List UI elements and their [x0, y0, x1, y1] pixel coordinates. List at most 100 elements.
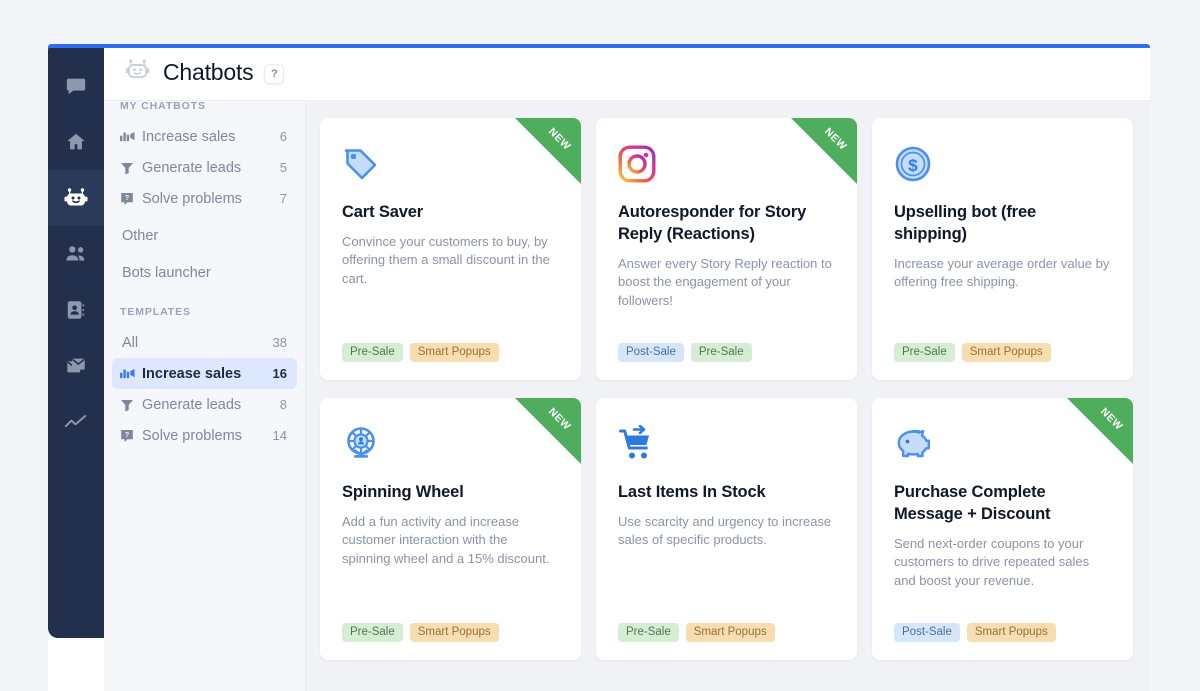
rail-item-inbox[interactable] [48, 338, 104, 394]
sidebar-divider [104, 288, 305, 306]
card-tag[interactable]: Smart Popups [409, 343, 499, 362]
window-top-accent [48, 44, 1150, 48]
sidebar-template-all[interactable]: All 38 [112, 327, 297, 358]
card-tag[interactable]: Smart Popups [409, 623, 499, 642]
sidebar-item-label: Increase sales [142, 128, 236, 145]
chatbot-icon [124, 56, 151, 88]
card-tag[interactable]: Pre-Sale [618, 623, 679, 642]
sidebar-item-count: 16 [272, 366, 287, 381]
increase-sales-icon [120, 367, 142, 381]
card-description: Add a fun activity and increase customer… [342, 513, 550, 566]
contacts-icon [65, 299, 87, 321]
card-tag[interactable]: Pre-Sale [690, 343, 752, 362]
sidebar-item-bots-launcher[interactable]: Bots launcher [112, 257, 297, 288]
card-tag[interactable]: Pre-Sale [894, 343, 955, 362]
new-badge: NEW [515, 118, 581, 184]
card-tag[interactable]: Pre-Sale [342, 623, 403, 642]
main-content: NEW Cart Saver Convince your customers t… [306, 44, 1150, 691]
increase-sales-icon [120, 130, 142, 144]
sidebar-item-solve-problems[interactable]: ? Solve problems 7 [112, 183, 297, 214]
card-title: Purchase Complete Message + Discount [894, 483, 1051, 523]
rail-item-home[interactable] [48, 114, 104, 170]
solve-problems-icon: ? [120, 192, 142, 206]
template-card-grid: NEW Cart Saver Convince your customers t… [306, 101, 1150, 691]
template-card[interactable]: Last Items In Stock Use scarcity and urg… [596, 398, 857, 660]
sidebar: MY CHATBOTS Increase sales 6 Generate le… [104, 44, 306, 691]
topbar: Chatbots ? [104, 44, 1150, 101]
card-description: Send next-order coupons to your customer… [894, 535, 1090, 588]
dollar-coin-icon: $ [894, 142, 1111, 186]
card-description: Use scarcity and urgency to increase sal… [618, 513, 832, 548]
sidebar-template-generate-leads[interactable]: Generate leads 8 [112, 389, 297, 420]
new-badge: NEW [791, 118, 857, 184]
sidebar-template-increase-sales[interactable]: Increase sales 16 [112, 358, 297, 389]
card-tag[interactable]: Smart Popups [966, 623, 1056, 642]
card-tags: Pre-Sale Smart Popups [894, 343, 1111, 362]
sidebar-item-count: 7 [279, 191, 287, 206]
sidebar-item-label: All [122, 334, 139, 351]
rail-item-team[interactable] [48, 226, 104, 282]
team-icon [64, 243, 88, 265]
rail-item-contacts[interactable] [48, 282, 104, 338]
sidebar-item-increase-sales[interactable]: Increase sales 6 [112, 121, 297, 152]
analytics-icon [64, 412, 88, 432]
template-card[interactable]: NEW Cart Saver Convince your customers t… [320, 118, 581, 380]
template-card[interactable]: NEW Spinning Wheel Add a fun activity an… [320, 398, 581, 660]
card-tags: Post-Sale Smart Popups [894, 623, 1111, 642]
template-card[interactable]: NEW Autoresponder for Story Reply (React… [596, 118, 857, 380]
card-title: Cart Saver [342, 203, 424, 221]
card-title: Spinning Wheel [342, 483, 464, 501]
svg-text:$: $ [908, 156, 918, 175]
home-icon [65, 131, 87, 153]
card-tag[interactable]: Post-Sale [894, 623, 960, 642]
card-tag[interactable]: Pre-Sale [342, 343, 403, 362]
sidebar-item-label: Other [122, 227, 159, 244]
icon-rail [48, 44, 104, 638]
sidebar-item-generate-leads[interactable]: Generate leads 5 [112, 152, 297, 183]
sidebar-item-count: 8 [279, 397, 287, 412]
card-tag[interactable]: Smart Popups [685, 623, 775, 642]
cart-arrow-icon [618, 422, 835, 466]
card-title: Upselling bot (free shipping) [894, 203, 1036, 243]
sidebar-item-label: Generate leads [142, 396, 242, 413]
sidebar-item-other[interactable]: Other [112, 220, 297, 251]
card-description: Answer every Story Reply reaction to boo… [618, 255, 832, 308]
sidebar-item-label: Bots launcher [122, 264, 211, 281]
rail-item-chatbots[interactable] [48, 170, 104, 226]
sidebar-template-solve-problems[interactable]: ? Solve problems 14 [112, 420, 297, 451]
sidebar-section-templates: TEMPLATES [120, 306, 191, 318]
card-tags: Pre-Sale Smart Popups [342, 343, 559, 362]
app-window: MY CHATBOTS Increase sales 6 Generate le… [48, 44, 1150, 691]
rail-item-analytics[interactable] [48, 394, 104, 450]
sidebar-item-count: 6 [279, 129, 287, 144]
sidebar-item-count: 5 [279, 160, 287, 175]
card-tag[interactable]: Post-Sale [618, 343, 684, 362]
sidebar-section-my-chatbots: MY CHATBOTS [120, 100, 206, 112]
generate-leads-icon [120, 161, 142, 175]
template-card[interactable]: $ Upselling bot (free shipping) Increase… [872, 118, 1133, 380]
sidebar-item-label: Generate leads [142, 159, 242, 176]
sidebar-item-label: Solve problems [142, 190, 242, 207]
card-description: Increase your average order value by off… [894, 255, 1110, 290]
help-badge[interactable]: ? [264, 63, 285, 84]
card-tags: Pre-Sale Smart Popups [618, 623, 835, 642]
card-title: Autoresponder for Story Reply (Reactions… [618, 203, 807, 243]
card-description: Convince your customers to buy, by offer… [342, 233, 550, 286]
new-badge: NEW [1067, 398, 1133, 464]
sidebar-item-count: 38 [272, 335, 287, 350]
sidebar-item-label: Increase sales [142, 365, 242, 382]
card-tag[interactable]: Smart Popups [961, 343, 1051, 362]
page-title: Chatbots [163, 58, 254, 85]
svg-text:?: ? [125, 193, 130, 202]
rail-item-chat[interactable] [48, 58, 104, 114]
chatbot-icon [63, 185, 89, 211]
chat-icon [65, 75, 87, 97]
template-card[interactable]: NEW Purchase Complete Message + Discount… [872, 398, 1133, 660]
card-tags: Post-Sale Pre-Sale [618, 343, 835, 362]
new-badge: NEW [515, 398, 581, 464]
card-tags: Pre-Sale Smart Popups [342, 623, 559, 642]
generate-leads-icon [120, 398, 142, 412]
svg-text:?: ? [125, 430, 130, 439]
solve-problems-icon: ? [120, 429, 142, 443]
inbox-icon [65, 355, 88, 377]
